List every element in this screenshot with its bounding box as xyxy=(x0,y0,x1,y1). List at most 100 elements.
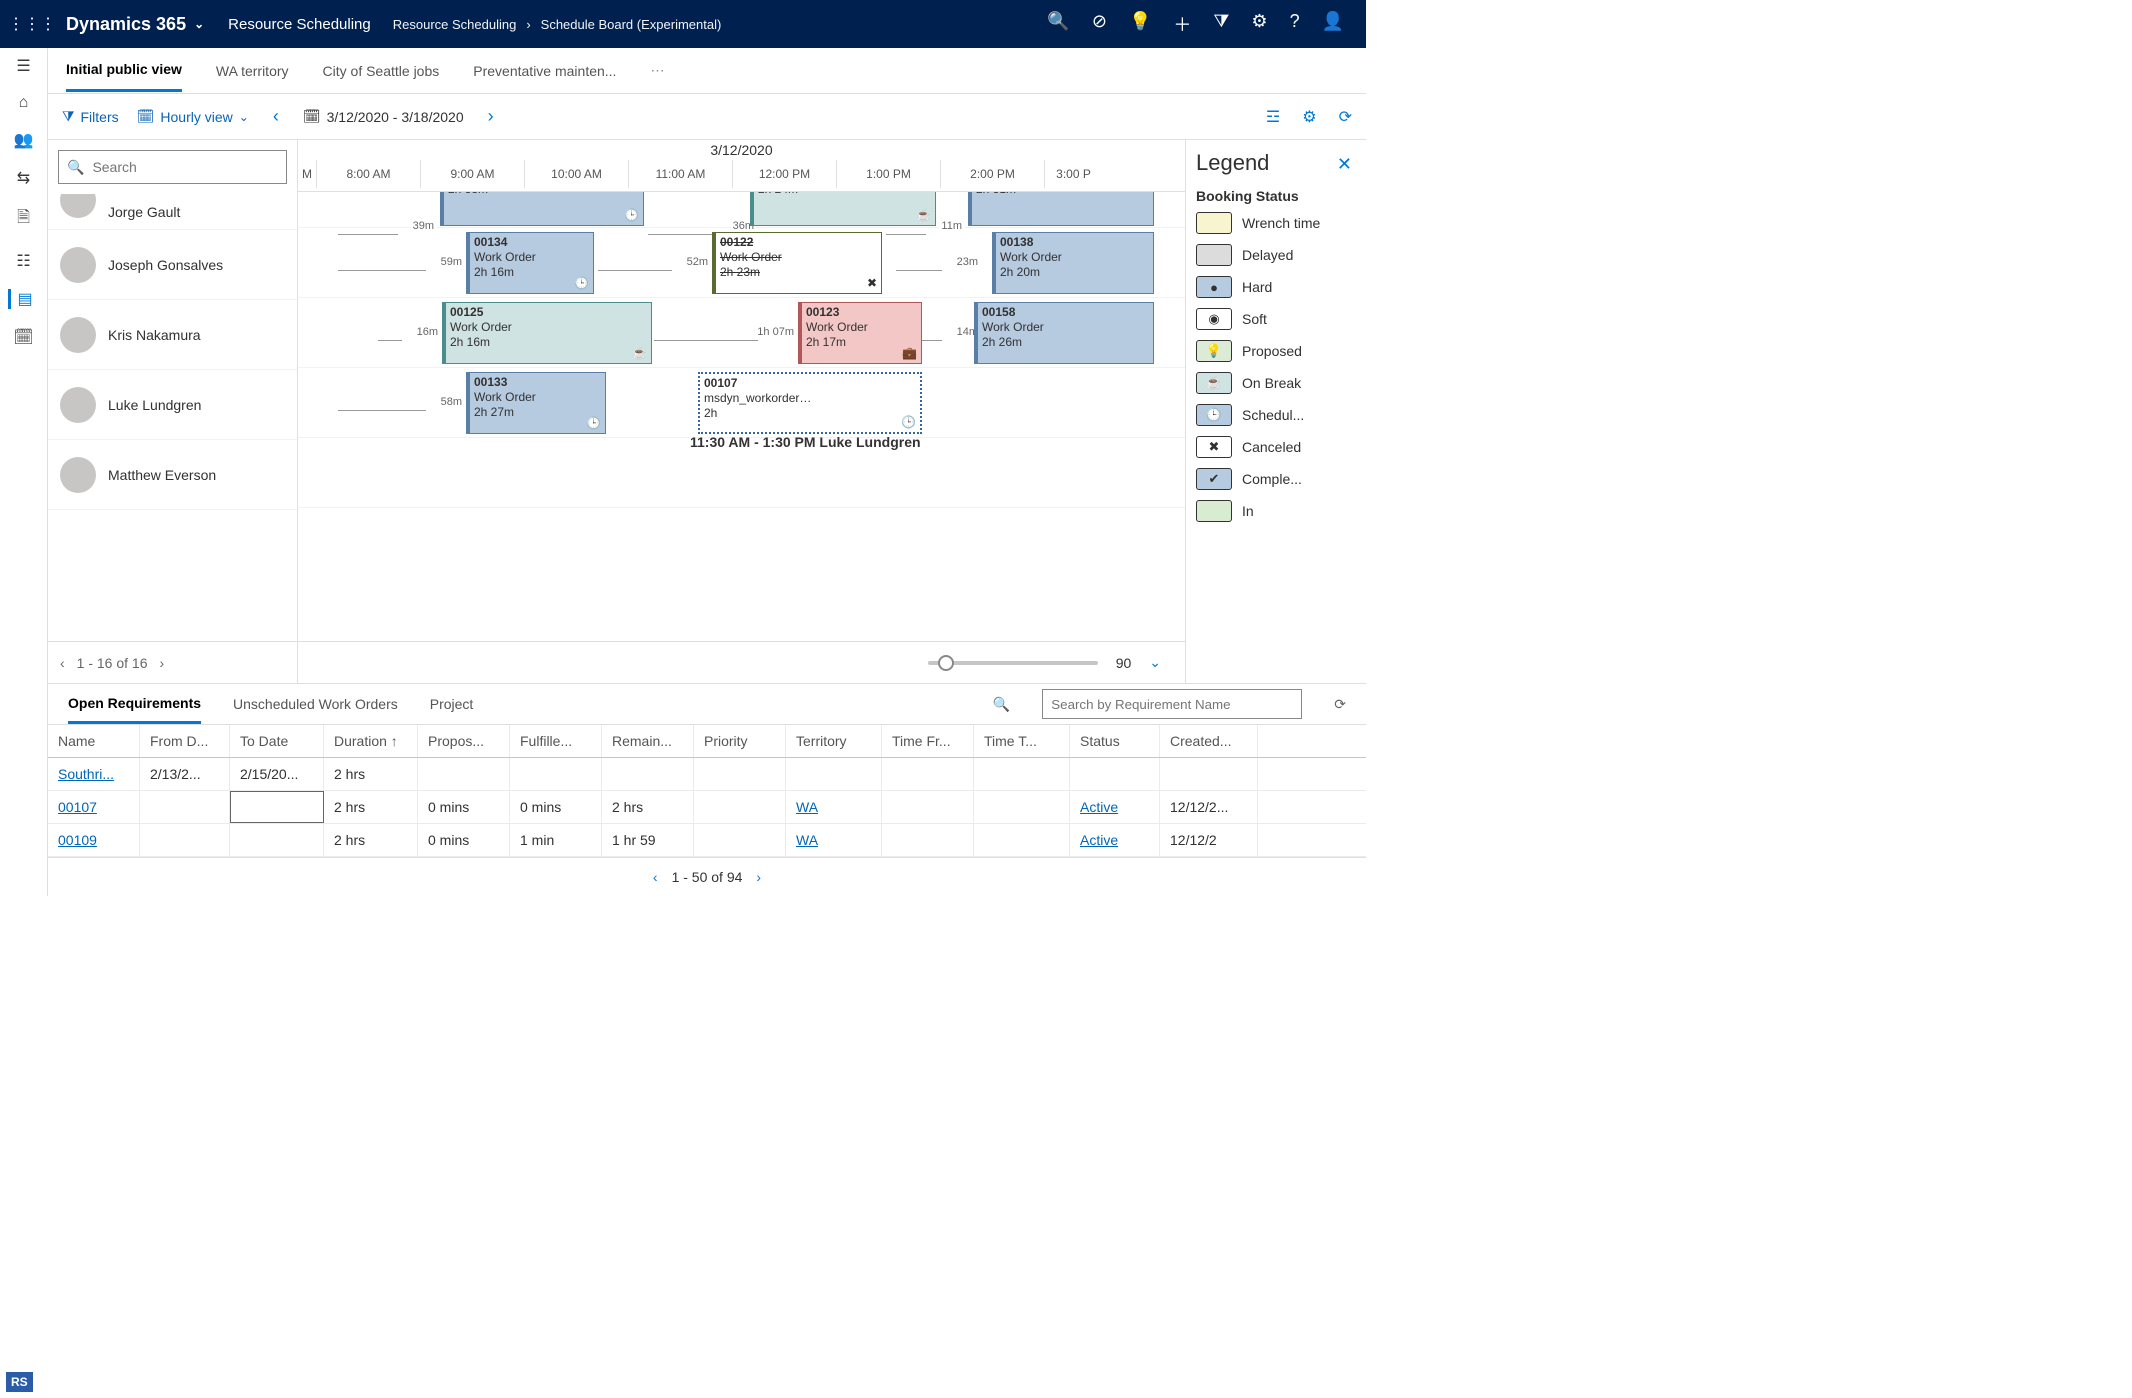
help-icon[interactable]: ? xyxy=(1290,11,1300,37)
grid-column-header[interactable]: Remain... xyxy=(602,725,694,757)
zoom-chevron-icon[interactable]: ⌄ xyxy=(1149,654,1161,671)
grid-column-header[interactable]: Name xyxy=(48,725,140,757)
grid-column-header[interactable]: Time T... xyxy=(974,725,1070,757)
grid-column-header[interactable]: Priority xyxy=(694,725,786,757)
grid-link[interactable]: Active xyxy=(1080,799,1118,815)
doc-icon[interactable]: 🗎 xyxy=(8,206,40,233)
grid-link[interactable]: 00109 xyxy=(58,832,97,848)
grid-column-header[interactable]: Status xyxy=(1070,725,1160,757)
board-settings-icon[interactable]: ⚙ xyxy=(1302,107,1316,127)
breadcrumb-root[interactable]: Resource Scheduling xyxy=(393,17,517,32)
zoom-slider-thumb[interactable] xyxy=(938,655,954,671)
res-next-page[interactable]: › xyxy=(160,655,165,671)
viewmode-button[interactable]: 🗓 Hourly view ⌄ xyxy=(137,108,249,125)
add-icon[interactable]: ＋ xyxy=(1173,11,1191,37)
booking-card[interactable]: 00133Work Order2h 27m🕒 xyxy=(466,372,606,434)
resource-row[interactable]: Luke Lundgren xyxy=(48,370,297,440)
hamburger-icon[interactable]: ☰ xyxy=(8,56,40,76)
home-icon[interactable]: ⌂ xyxy=(8,94,40,112)
booking-card[interactable]: 00107msdyn_workorder…2h🕒 xyxy=(698,372,922,434)
grid-prev-page[interactable]: ‹ xyxy=(653,869,658,885)
booking-card[interactable]: Work Order2h 24m☕ xyxy=(750,192,936,226)
user-icon[interactable]: 👤 xyxy=(1322,11,1344,37)
gear-icon[interactable]: ⚙ xyxy=(1251,11,1267,37)
booking-card[interactable]: Work Order2h 38m🕒 xyxy=(440,192,644,226)
req-tab[interactable]: Project xyxy=(430,686,474,722)
legend-close-icon[interactable]: ✕ xyxy=(1337,154,1352,175)
req-search[interactable] xyxy=(1042,689,1302,719)
app-launcher-icon[interactable]: ⋮⋮⋮ xyxy=(8,14,56,34)
grid-cell: 2 hrs xyxy=(324,824,418,856)
grid-column-header[interactable]: Duration ↑ xyxy=(324,725,418,757)
search-icon[interactable]: 🔍 xyxy=(1047,11,1069,37)
booking-card[interactable]: 00158Work Order2h 26m xyxy=(974,302,1154,364)
schedule-icon[interactable]: ▤ xyxy=(8,289,40,309)
booking-card[interactable]: Work Order2h 31m xyxy=(968,192,1154,226)
grid-column-header[interactable]: To Date xyxy=(230,725,324,757)
req-refresh-icon[interactable]: ⟳ xyxy=(1334,696,1346,713)
booking-card[interactable]: 00122Work Order2h 23m✖ xyxy=(712,232,882,294)
resource-row[interactable]: Kris Nakamura xyxy=(48,300,297,370)
grid-row[interactable]: Southri...2/13/2...2/15/20...2 hrs xyxy=(48,758,1366,791)
booking-card[interactable]: 00134Work Order2h 16m🕒 xyxy=(466,232,594,294)
resource-row[interactable]: Joseph Gonsalves xyxy=(48,230,297,300)
breadcrumb-current: Schedule Board (Experimental) xyxy=(541,17,722,32)
filters-button[interactable]: ⧩ Filters xyxy=(62,108,119,125)
resource-search-input[interactable] xyxy=(92,159,278,175)
grid-next-page[interactable]: › xyxy=(756,869,761,885)
resource-row[interactable]: Matthew Everson xyxy=(48,440,297,510)
calendar-icon[interactable]: 🗓 xyxy=(8,327,40,347)
view-tab[interactable]: WA territory xyxy=(216,51,289,91)
req-search-icon[interactable]: 🔍 xyxy=(993,696,1010,713)
grid-cell: 2 hrs xyxy=(324,758,418,790)
legend-title: Legend xyxy=(1196,150,1356,176)
booking-card[interactable]: 00138Work Order2h 20m xyxy=(992,232,1154,294)
resource-search[interactable]: 🔍 xyxy=(58,150,287,184)
grid-column-header[interactable]: Fulfille... xyxy=(510,725,602,757)
area-label: Resource Scheduling xyxy=(214,16,385,33)
view-tab[interactable]: Preventative mainten... xyxy=(473,51,616,91)
brand-chevron-icon[interactable]: ⌄ xyxy=(194,17,204,31)
grid-link[interactable]: WA xyxy=(796,832,818,848)
date-range-button[interactable]: 🗓 3/12/2020 - 3/18/2020 xyxy=(303,108,464,125)
grid-link[interactable]: Southri... xyxy=(58,766,114,782)
people-icon[interactable]: 👥 xyxy=(8,130,40,150)
calendar-icon: 🗓 xyxy=(303,108,321,125)
grid-row[interactable]: 001072 hrs0 mins0 mins2 hrsWAActive12/12… xyxy=(48,791,1366,824)
grid-link[interactable]: 00107 xyxy=(58,799,97,815)
lightbulb-icon[interactable]: 💡 xyxy=(1129,11,1151,37)
calendar-grid-icon: 🗓 xyxy=(137,108,155,125)
more-tabs-icon[interactable]: ⋯ xyxy=(650,62,664,79)
timeline-lane[interactable] xyxy=(298,438,1185,508)
res-prev-page[interactable]: ‹ xyxy=(60,655,65,671)
timeline-lane[interactable]: 59m52m23m00134Work Order2h 16m🕒00122Work… xyxy=(298,228,1185,298)
share-icon[interactable]: ⇆ xyxy=(8,168,40,188)
timeline-lane[interactable]: 39m36m11mWork Order2h 38m🕒Work Order2h 2… xyxy=(298,192,1185,228)
grid-column-header[interactable]: Created... xyxy=(1160,725,1258,757)
next-range-button[interactable]: › xyxy=(482,106,500,127)
prev-range-button[interactable]: ‹ xyxy=(267,106,285,127)
grid-link[interactable]: WA xyxy=(796,799,818,815)
req-tab[interactable]: Unscheduled Work Orders xyxy=(233,686,398,722)
grid-row[interactable]: 001092 hrs0 mins1 min1 hr 59WAActive12/1… xyxy=(48,824,1366,857)
group-icon[interactable]: ☷ xyxy=(8,251,40,271)
grid-column-header[interactable]: Propos... xyxy=(418,725,510,757)
view-tab[interactable]: Initial public view xyxy=(66,49,182,92)
refresh-icon[interactable]: ⟳ xyxy=(1339,107,1352,127)
filter-icon[interactable]: ⧩ xyxy=(1213,11,1229,37)
view-tab[interactable]: City of Seattle jobs xyxy=(323,51,440,91)
grid-column-header[interactable]: From D... xyxy=(140,725,230,757)
grid-column-header[interactable]: Time Fr... xyxy=(882,725,974,757)
list-icon[interactable]: ☲ xyxy=(1266,107,1280,127)
grid-column-header[interactable]: Territory xyxy=(786,725,882,757)
resource-row[interactable]: Jorge Gault xyxy=(48,194,297,230)
booking-card[interactable]: 00123Work Order2h 17m💼 xyxy=(798,302,922,364)
timeline-lane[interactable]: 58m00133Work Order2h 27m🕒00107msdyn_work… xyxy=(298,368,1185,438)
req-tab[interactable]: Open Requirements xyxy=(68,685,201,724)
timeline-lane[interactable]: 16m1h 07m14m00125Work Order2h 16m☕00123W… xyxy=(298,298,1185,368)
req-search-input[interactable] xyxy=(1051,697,1293,712)
task-icon[interactable]: ⊘ xyxy=(1092,11,1107,37)
booking-card[interactable]: 00125Work Order2h 16m☕ xyxy=(442,302,652,364)
zoom-slider[interactable] xyxy=(928,661,1098,665)
grid-link[interactable]: Active xyxy=(1080,832,1118,848)
